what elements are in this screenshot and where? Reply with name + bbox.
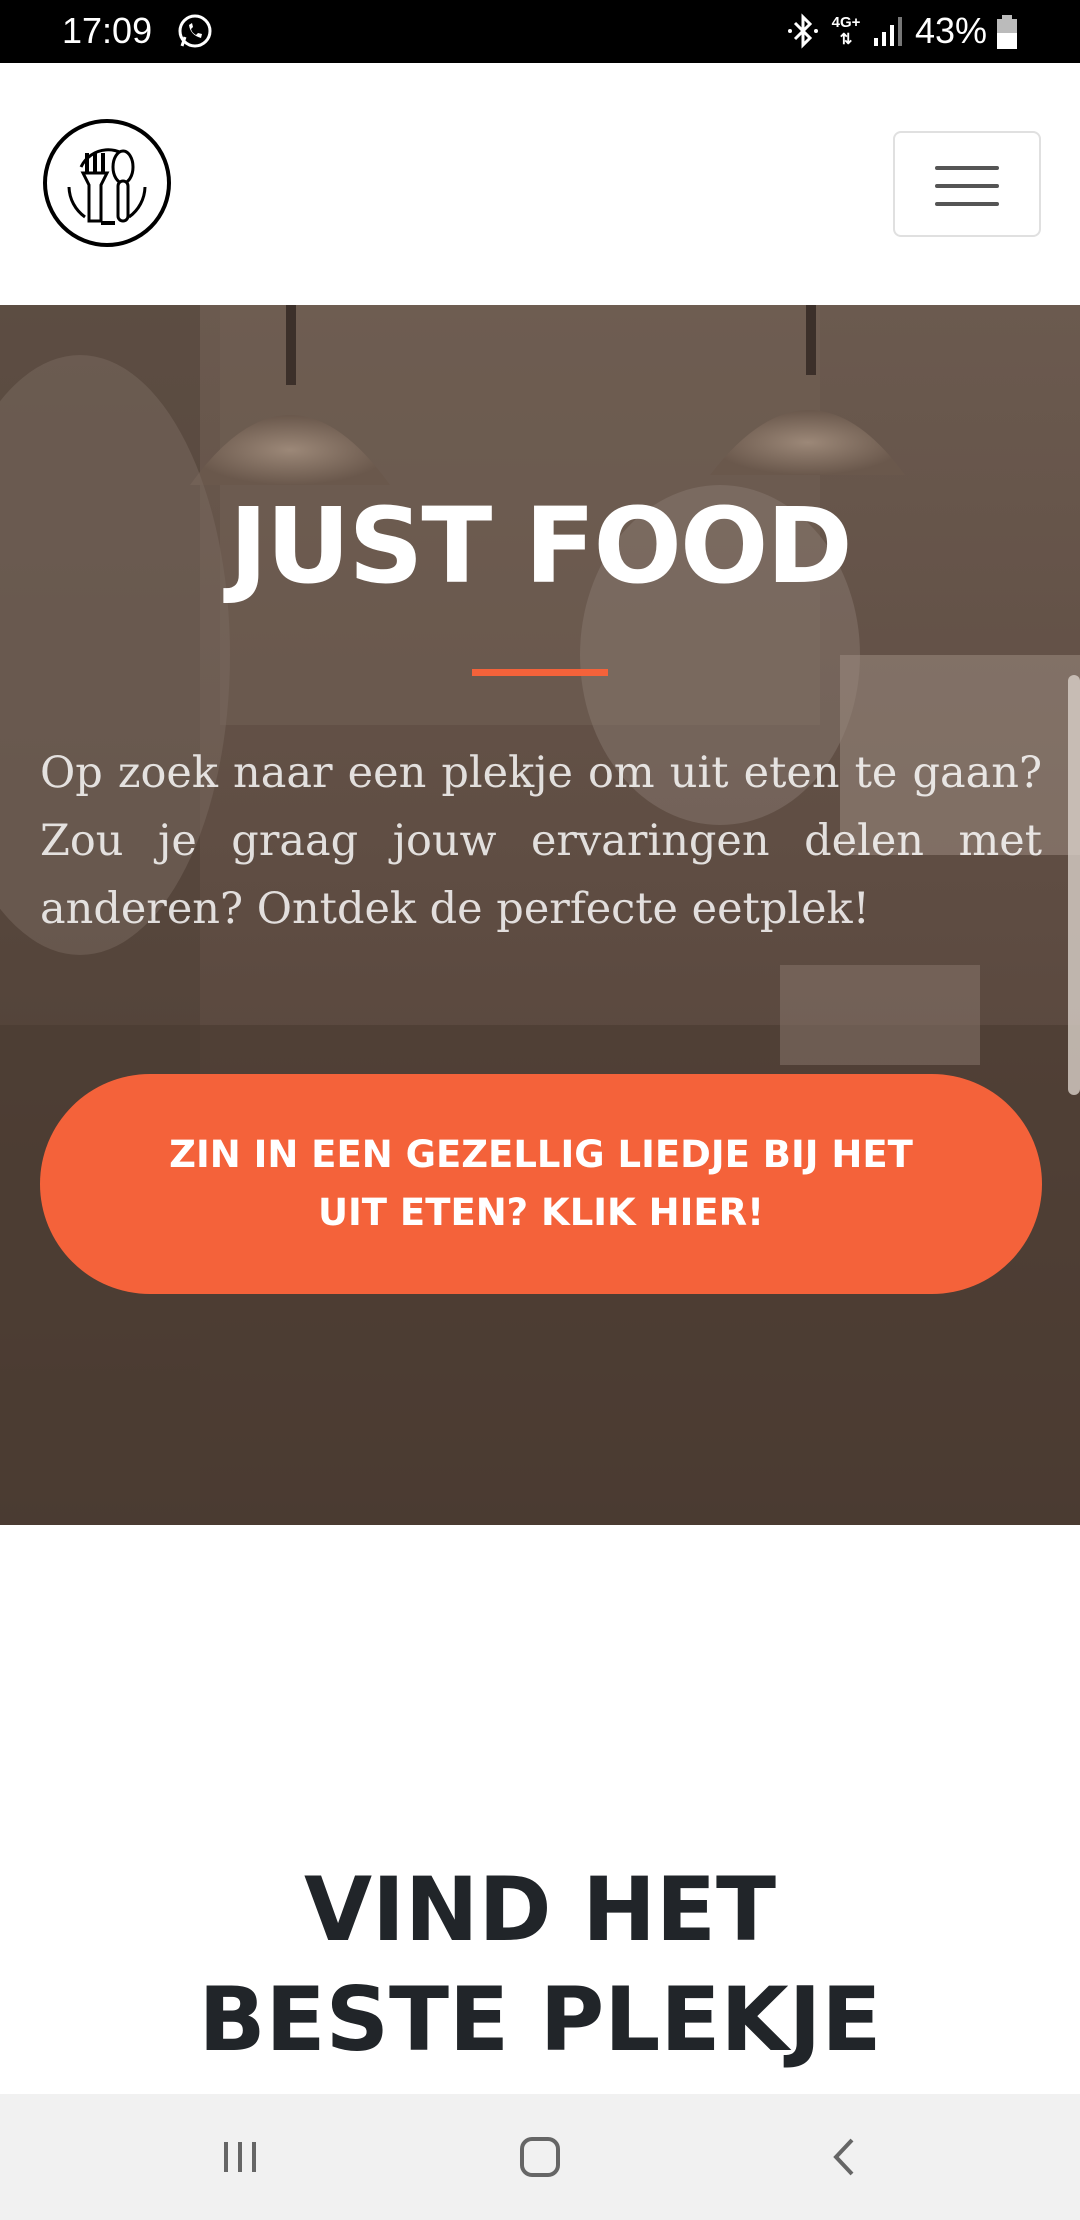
home-icon[interactable] bbox=[515, 2132, 565, 2182]
section-title: VIND HET BESTE PLEKJE bbox=[198, 1858, 882, 2071]
battery-percentage: 43% bbox=[915, 10, 988, 51]
whatsapp-icon bbox=[178, 14, 212, 48]
hamburger-icon bbox=[935, 166, 999, 170]
menu-toggle-button[interactable] bbox=[893, 131, 1041, 237]
hero-section: JUST FOOD Op zoek naar een plekje om uit… bbox=[0, 305, 1080, 1525]
hero-title: JUST FOOD bbox=[229, 485, 852, 607]
fork-spoon-icon[interactable] bbox=[41, 117, 173, 249]
signal-icon bbox=[874, 17, 902, 46]
status-time: 17:09 bbox=[62, 10, 153, 51]
hero-divider bbox=[472, 669, 608, 676]
site-header bbox=[0, 63, 1080, 305]
system-navigation-bar bbox=[0, 2094, 1080, 2220]
recent-apps-icon[interactable] bbox=[215, 2132, 265, 2182]
status-bar: 17:09 4G+ ⇅ 43% bbox=[0, 0, 1080, 63]
battery-icon bbox=[997, 15, 1017, 49]
hero-cta-button[interactable]: ZIN IN EEN GEZELLIG LIEDJE BIJ HET UIT E… bbox=[40, 1074, 1042, 1294]
bluetooth-icon bbox=[788, 13, 818, 49]
hero-description: Op zoek naar een plekje om uit eten te g… bbox=[40, 748, 1042, 934]
network-type: 4G+ ⇅ bbox=[831, 14, 861, 48]
back-icon[interactable] bbox=[820, 2132, 870, 2182]
